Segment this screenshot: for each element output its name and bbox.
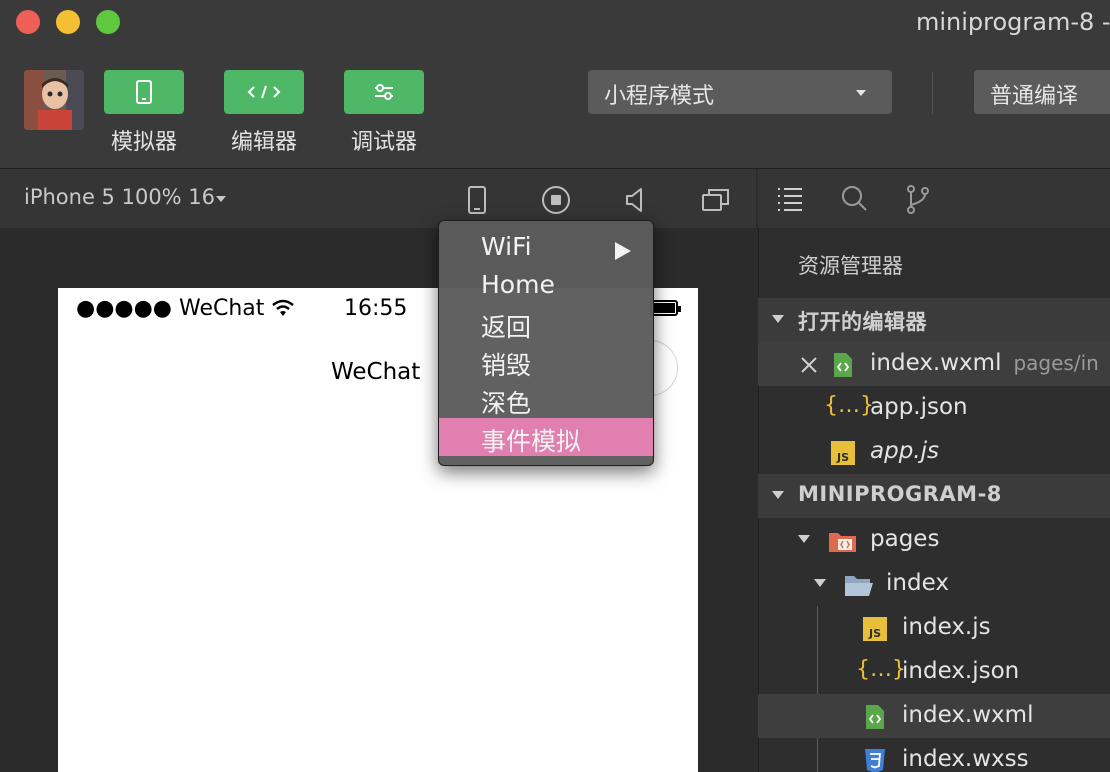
menu-item-destroy[interactable]: 销毁 — [439, 342, 653, 380]
menu-item-back[interactable]: 返回 — [439, 304, 653, 342]
open-editor-app-js[interactable]: JS app.js — [758, 430, 1110, 474]
simulator-label: 模拟器 — [110, 130, 177, 155]
chevron-down-icon — [216, 196, 226, 202]
status-time: 16:55 — [344, 296, 408, 321]
chevron-down-icon — [798, 535, 810, 543]
json-icon: {…} — [824, 393, 874, 418]
simulator-context-menu: WiFi Home 返回 销毁 深色 事件模拟 — [438, 220, 654, 466]
svg-text:JS: JS — [868, 627, 881, 640]
simulator-toggle-button[interactable] — [104, 70, 184, 114]
window-title: miniprogram-8 - — [916, 8, 1110, 36]
mode-select-value: 小程序模式 — [604, 84, 715, 109]
folder-open-icon — [845, 576, 873, 596]
menu-item-home[interactable]: Home — [439, 266, 653, 304]
chevron-down-icon — [856, 90, 866, 96]
explorer-title: 资源管理器 — [798, 254, 903, 278]
menu-item-dark[interactable]: 深色 — [439, 380, 653, 418]
menu-item-event-simulation[interactable]: 事件模拟 — [439, 418, 653, 456]
debugger-label: 调试器 — [350, 130, 417, 155]
sliders-icon — [375, 84, 393, 100]
record-icon[interactable] — [540, 184, 572, 216]
chevron-down-icon — [814, 579, 826, 587]
list-icon[interactable] — [774, 183, 806, 215]
js-icon: JS — [831, 441, 855, 465]
chevron-down-icon — [772, 315, 784, 323]
wxml-icon — [866, 705, 884, 729]
search-icon[interactable] — [838, 183, 870, 215]
status-carrier: ●●●●● WeChat — [76, 296, 295, 321]
svg-text:JS: JS — [836, 451, 849, 464]
chevron-down-icon — [772, 491, 784, 499]
maximize-window-button[interactable] — [96, 10, 120, 34]
minimize-window-button[interactable] — [56, 10, 80, 34]
compile-mode-select[interactable]: 普通编译 — [974, 70, 1110, 114]
wxml-icon — [834, 353, 852, 377]
js-icon: JS — [863, 617, 887, 641]
git-branch-icon[interactable] — [902, 183, 934, 215]
nav-title: WeChat — [331, 359, 421, 385]
tree-item-index-js[interactable]: JS index.js — [758, 606, 1110, 650]
explorer-tabs — [758, 169, 1110, 228]
avatar[interactable] — [24, 70, 84, 130]
menu-item-wifi[interactable]: WiFi — [439, 228, 653, 266]
battery-icon — [650, 300, 681, 316]
submenu-arrow-icon — [615, 242, 631, 260]
volume-icon[interactable] — [620, 184, 652, 216]
tree-item-pages[interactable]: pages — [758, 518, 1110, 562]
toolbar-divider — [932, 72, 933, 114]
tree-item-index-json[interactable]: {…} index.json — [758, 650, 1110, 694]
open-editors-header[interactable]: 打开的编辑器 — [758, 298, 1110, 342]
close-window-button[interactable] — [16, 10, 40, 34]
json-icon: {…} — [856, 657, 906, 682]
phone-icon[interactable] — [461, 184, 493, 216]
tree-item-index-folder[interactable]: index — [758, 562, 1110, 606]
wifi-icon — [272, 299, 295, 316]
css-icon — [865, 749, 885, 772]
compile-mode-value: 普通编译 — [990, 84, 1079, 109]
debugger-toggle-button[interactable] — [344, 70, 424, 114]
project-header[interactable]: MINIPROGRAM-8 — [758, 474, 1110, 518]
windows-icon[interactable] — [700, 184, 732, 216]
phone-icon — [136, 80, 152, 104]
editor-toggle-button[interactable] — [224, 70, 304, 114]
code-icon — [247, 85, 281, 99]
folder-icon — [829, 533, 856, 552]
close-icon[interactable] — [800, 356, 818, 374]
open-editor-index-wxml[interactable]: index.wxml pages/in — [758, 342, 1110, 386]
mode-select[interactable]: 小程序模式 — [588, 70, 892, 114]
tree-item-index-wxss[interactable]: index.wxss — [758, 738, 1110, 772]
tree-item-index-wxml[interactable]: index.wxml — [758, 694, 1110, 738]
open-editor-app-json[interactable]: {…} app.json — [758, 386, 1110, 430]
device-select[interactable]: iPhone 5 100% 16 — [24, 185, 215, 209]
editor-label: 编辑器 — [230, 130, 297, 155]
